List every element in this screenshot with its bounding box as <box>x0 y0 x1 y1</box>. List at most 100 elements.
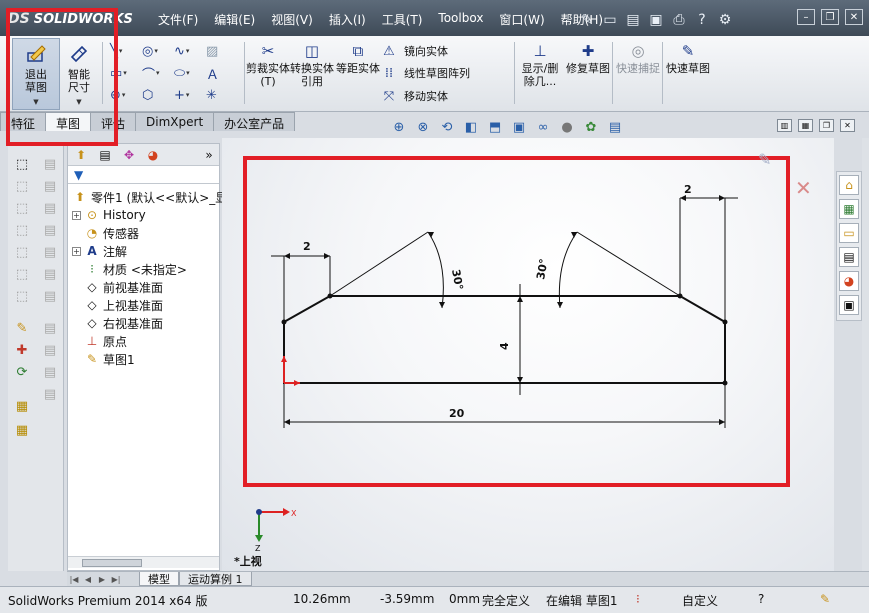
hide-show-icon[interactable]: ∞ <box>534 118 552 136</box>
layer-icon[interactable]: ▤ <box>40 198 60 218</box>
polygon-icon[interactable]: ⬡ <box>142 84 174 106</box>
configuration-tab-icon[interactable]: ✥ <box>119 146 139 164</box>
layer-icon[interactable]: ▤ <box>40 242 60 262</box>
edit-sketch-icon[interactable]: ✎ <box>12 318 32 338</box>
exit-sketch-corner-icon[interactable]: ✎ <box>758 150 771 169</box>
scroll-thumb[interactable] <box>82 559 142 567</box>
point-icon[interactable]: + ▾ <box>174 84 206 106</box>
tree-item-right-plane[interactable]: ◇ 右视基准面 <box>72 314 163 332</box>
spline-icon[interactable]: ∿ ▾ <box>174 40 206 62</box>
feature-tree-tab-icon[interactable]: ⬆ <box>71 146 91 164</box>
layer-icon[interactable]: ▤ <box>40 264 60 284</box>
first-tab-icon[interactable]: |◀ <box>67 572 81 586</box>
layer-icon[interactable]: ▤ <box>40 318 60 338</box>
restore-button[interactable]: ❐ <box>821 9 839 25</box>
repair-sketch-button[interactable]: ✚ 修复草图 <box>566 40 610 75</box>
sketch-point[interactable] <box>281 319 287 325</box>
new-icon[interactable]: ▭ <box>600 10 620 30</box>
block-icon[interactable]: ▦ <box>12 396 32 416</box>
sketch-fillet-icon[interactable]: ▨ <box>206 40 238 62</box>
tree-item-sketch1[interactable]: ✎ 草图1 <box>72 350 135 368</box>
layer-icon[interactable]: ▤ <box>40 384 60 404</box>
help-status-icon[interactable]: ? <box>758 592 764 606</box>
options-icon[interactable]: ⚙ <box>715 10 735 30</box>
arc-icon[interactable]: ⌒ ▾ <box>142 62 174 84</box>
angle-right-label[interactable]: 30° <box>534 258 550 281</box>
zoom-to-area-icon[interactable]: ⊗ <box>414 118 432 136</box>
sketch-point[interactable] <box>327 293 333 299</box>
doc-close-icon[interactable]: ✕ <box>840 119 855 132</box>
tab-model[interactable]: 模型 <box>139 572 179 586</box>
linear-pattern-button[interactable]: ⁞⁞ 线性草图阵列 <box>380 62 470 84</box>
menu-file[interactable]: 文件(F) <box>150 8 206 30</box>
tab-motion-study[interactable]: 运动算例 1 <box>179 572 252 586</box>
tree-item-top-plane[interactable]: ◇ 上视基准面 <box>72 296 163 314</box>
file-explorer-icon[interactable]: ▭ <box>839 223 859 243</box>
display-style-icon[interactable]: ▣ <box>510 118 528 136</box>
last-tab-icon[interactable]: ▶| <box>109 572 123 586</box>
menu-toolbox[interactable]: Toolbox <box>430 8 491 30</box>
appearances-icon[interactable]: ◕ <box>839 271 859 291</box>
appearance-icon[interactable]: ● <box>558 118 576 136</box>
next-tab-icon[interactable]: ▶ <box>95 572 109 586</box>
menu-view[interactable]: 视图(V) <box>263 8 321 30</box>
layer-icon[interactable]: ▤ <box>40 340 60 360</box>
relation-icon[interactable]: ⟳ <box>12 362 32 382</box>
tree-item-annotations[interactable]: + A 注解 <box>72 242 127 260</box>
display-delete-relations-button[interactable]: ⊥ 显示/删除几... <box>518 40 562 88</box>
print-icon[interactable]: ⎙ <box>669 10 689 30</box>
menu-edit[interactable]: 编辑(E) <box>206 8 263 30</box>
move-entities-button[interactable]: ⤧ 移动实体 <box>380 85 448 107</box>
design-library-icon[interactable]: ▦ <box>839 199 859 219</box>
sketch-point[interactable] <box>722 319 728 325</box>
view-orientation-icon[interactable]: ⬒ <box>486 118 504 136</box>
layer-icon[interactable]: ▤ <box>40 154 60 174</box>
tree-item-front-plane[interactable]: ◇ 前视基准面 <box>72 278 163 296</box>
scene-icon[interactable]: ✿ <box>582 118 600 136</box>
circle-icon[interactable]: ◎ ▾ <box>142 40 174 62</box>
ellipse-icon[interactable]: ⬭ ▾ <box>174 62 206 84</box>
menu-tools[interactable]: 工具(T) <box>374 8 431 30</box>
angle-left-label[interactable]: 30° <box>449 268 465 291</box>
tree-item-sensors[interactable]: ◔ 传感器 <box>72 224 139 242</box>
add-relation-icon[interactable]: ✚ <box>12 340 32 360</box>
expand-icon[interactable]: + <box>72 246 81 256</box>
prev-tab-icon[interactable]: ◀ <box>81 572 95 586</box>
view-palette-icon[interactable]: ▤ <box>839 247 859 267</box>
view-settings-icon[interactable]: ▤ <box>606 118 624 136</box>
previous-view-icon[interactable]: ⟲ <box>438 118 456 136</box>
box-icon[interactable]: ⬚ <box>12 242 32 262</box>
zoom-to-fit-icon[interactable]: ⊕ <box>390 118 408 136</box>
tree-root-part[interactable]: ⬆ 零件1 (默认<<默认>_显 <box>72 188 227 206</box>
dim-height[interactable]: 4 <box>498 342 511 350</box>
expand-icon[interactable]: + <box>72 210 81 220</box>
box-icon[interactable]: ⬚ <box>12 198 32 218</box>
convert-entities-button[interactable]: ◫ 转换实体引用 <box>290 40 334 88</box>
layer-icon[interactable]: ▤ <box>40 220 60 240</box>
box-icon[interactable]: ⬚ <box>12 154 32 174</box>
offset-entities-button[interactable]: ⧉ 等距实体 <box>336 40 380 75</box>
box-icon[interactable]: ⬚ <box>12 286 32 306</box>
home-icon[interactable]: ⌂ <box>839 175 859 195</box>
menu-window[interactable]: 窗口(W) <box>491 8 552 30</box>
dim-left-top[interactable]: 2 <box>303 240 311 253</box>
units-selector[interactable]: 自定义 <box>682 592 718 609</box>
box-icon[interactable]: ⬚ <box>12 176 32 196</box>
minimize-button[interactable]: – <box>797 9 815 25</box>
sketch-canvas[interactable]: ✎ ✕ 2 2 30° 30° 4 20 X Z *上视 <box>222 138 834 571</box>
cascade-icon[interactable]: ▦ <box>798 119 813 132</box>
mirror-entities-button[interactable]: ⚠ 镜向实体 <box>380 40 448 62</box>
rebuild-icon[interactable]: ⁝ <box>636 592 640 606</box>
dim-right-top[interactable]: 2 <box>684 183 692 196</box>
menu-insert[interactable]: 插入(I) <box>321 8 374 30</box>
display-manager-tab-icon[interactable]: ◕ <box>143 146 163 164</box>
sketch-profile[interactable] <box>283 295 726 384</box>
text-icon[interactable]: Ａ <box>206 62 238 84</box>
centerpoint-icon[interactable]: ✳ <box>206 84 238 106</box>
sketch-point[interactable] <box>722 380 728 386</box>
property-manager-tab-icon[interactable]: ▤ <box>95 146 115 164</box>
section-view-icon[interactable]: ◧ <box>462 118 480 136</box>
tree-horizontal-scrollbar[interactable] <box>68 556 219 568</box>
open-icon[interactable]: ▤ <box>623 10 643 30</box>
doc-restore-icon[interactable]: ❐ <box>819 119 834 132</box>
